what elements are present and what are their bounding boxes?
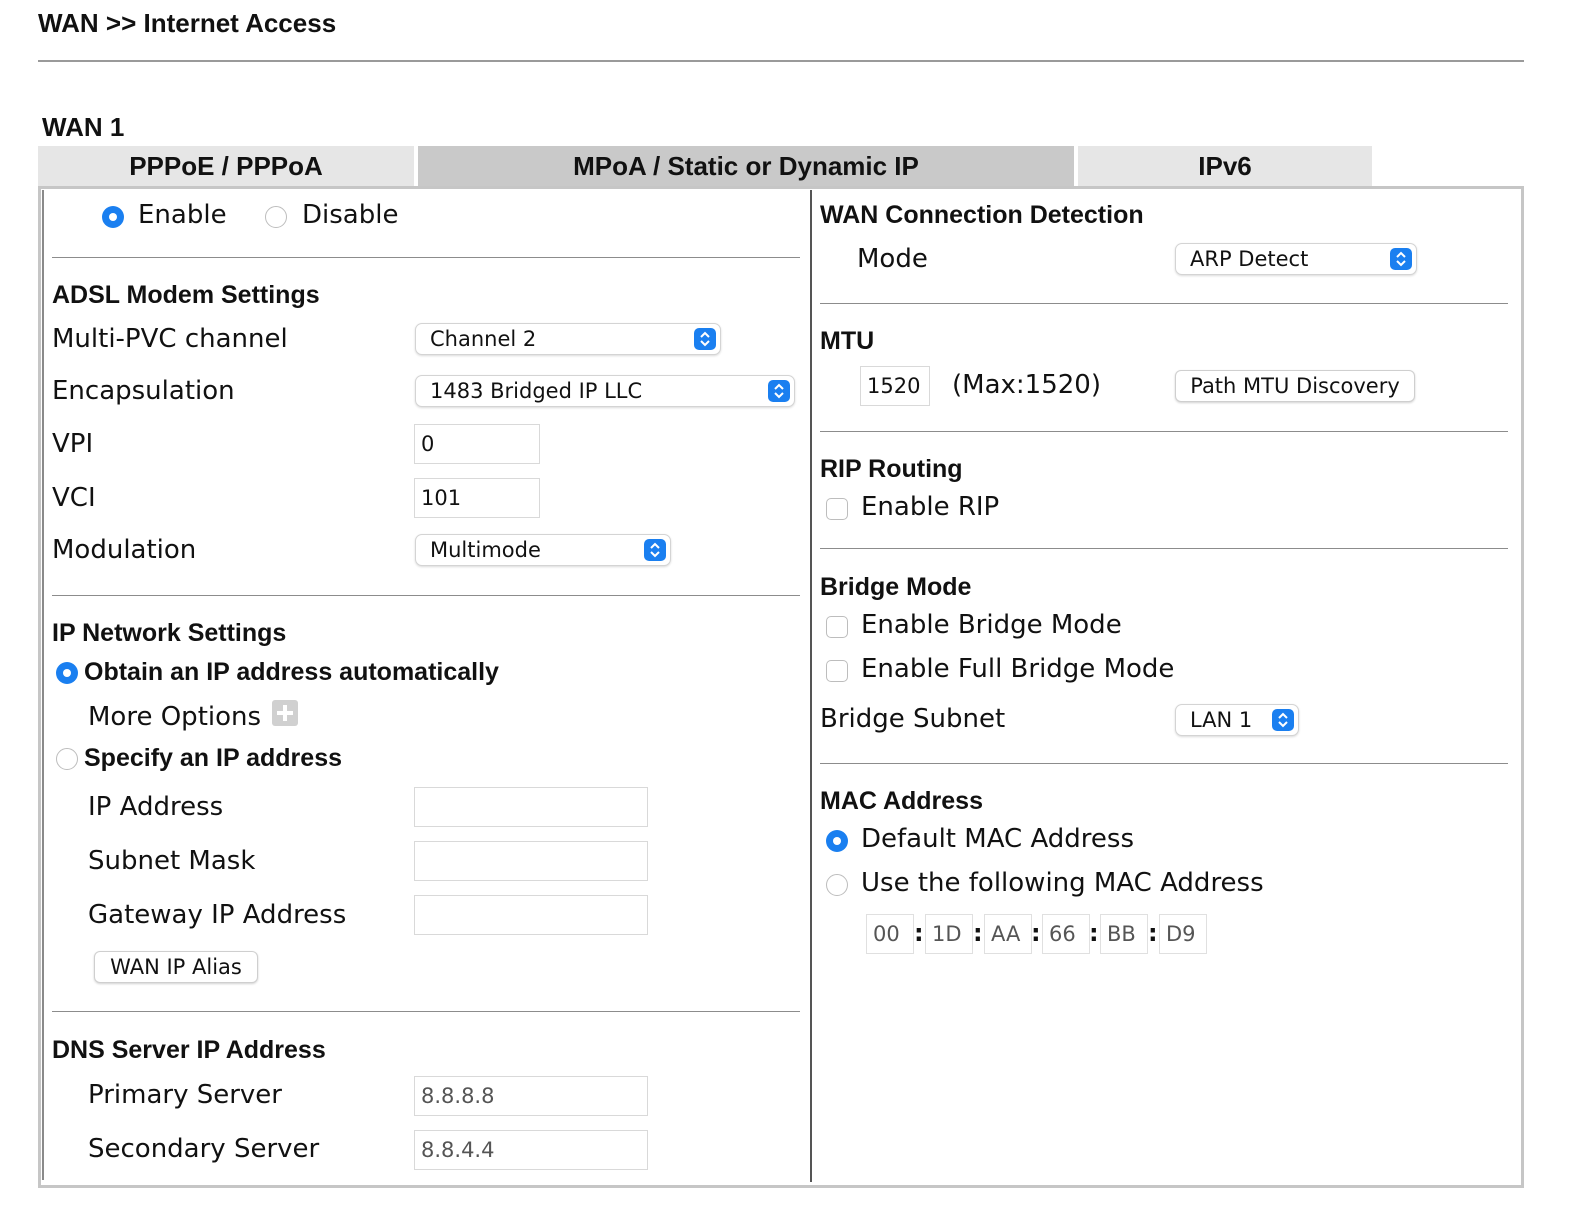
encapsulation-label: Encapsulation xyxy=(52,376,235,406)
multi-pvc-label: Multi-PVC channel xyxy=(52,324,288,354)
enable-bridge-checkbox[interactable] xyxy=(826,616,848,638)
disable-radio[interactable] xyxy=(265,206,287,228)
mtu-input[interactable]: 1520 xyxy=(860,366,930,406)
wan-ip-alias-button[interactable]: WAN IP Alias xyxy=(94,951,258,983)
mac-separator: : xyxy=(973,919,983,947)
specify-ip-label: Specify an IP address xyxy=(84,744,342,772)
bridge-subnet-label: Bridge Subnet xyxy=(820,704,1006,734)
divider xyxy=(820,431,1508,432)
bridge-section-title: Bridge Mode xyxy=(820,573,972,601)
mac-octet-5[interactable]: BB xyxy=(1100,914,1148,954)
gateway-input[interactable] xyxy=(414,895,648,935)
vci-label: VCI xyxy=(52,483,96,513)
column-divider xyxy=(810,190,812,1182)
enable-label: Enable xyxy=(138,200,227,230)
multi-pvc-value: Channel 2 xyxy=(430,327,537,351)
mac-octet-4[interactable]: 66 xyxy=(1042,914,1090,954)
path-mtu-discovery-button[interactable]: Path MTU Discovery xyxy=(1175,370,1415,402)
rip-section-title: RIP Routing xyxy=(820,455,963,483)
select-chevron-icon xyxy=(1390,248,1412,270)
enable-rip-checkbox[interactable] xyxy=(826,498,848,520)
divider xyxy=(52,257,800,258)
detection-mode-label: Mode xyxy=(857,244,928,274)
primary-server-input[interactable]: 8.8.8.8 xyxy=(414,1076,648,1116)
mac-separator: : xyxy=(1031,919,1041,947)
select-chevron-icon xyxy=(1272,709,1294,731)
modulation-select[interactable]: Multimode xyxy=(415,534,671,566)
divider xyxy=(52,1011,800,1012)
select-chevron-icon xyxy=(644,539,666,561)
detection-mode-select[interactable]: ARP Detect xyxy=(1175,243,1417,275)
multi-pvc-select[interactable]: Channel 2 xyxy=(415,323,721,355)
ip-address-input[interactable] xyxy=(414,787,648,827)
divider xyxy=(820,303,1508,304)
vpi-label: VPI xyxy=(52,429,94,459)
primary-server-label: Primary Server xyxy=(88,1080,282,1110)
default-mac-radio[interactable] xyxy=(826,830,848,852)
mac-section-title: MAC Address xyxy=(820,787,983,815)
adsl-section-title: ADSL Modem Settings xyxy=(52,281,320,309)
mac-octet-6[interactable]: D9 xyxy=(1159,914,1207,954)
specify-ip-radio[interactable] xyxy=(56,748,78,770)
obtain-auto-label: Obtain an IP address automatically xyxy=(84,658,499,686)
mtu-max-text: (Max:1520) xyxy=(952,370,1101,400)
dns-section-title: DNS Server IP Address xyxy=(52,1036,326,1064)
select-chevron-icon xyxy=(694,328,716,350)
divider xyxy=(820,548,1508,549)
mac-separator: : xyxy=(1148,919,1158,947)
enable-bridge-label: Enable Bridge Mode xyxy=(861,610,1122,640)
custom-mac-radio[interactable] xyxy=(826,874,848,896)
more-options-label: More Options xyxy=(88,702,262,732)
vpi-input[interactable]: 0 xyxy=(414,424,540,464)
mac-octet-3[interactable]: AA xyxy=(984,914,1032,954)
gateway-label: Gateway IP Address xyxy=(88,900,347,930)
custom-mac-label: Use the following MAC Address xyxy=(861,868,1264,898)
divider xyxy=(52,595,800,596)
secondary-server-input[interactable]: 8.8.4.4 xyxy=(414,1130,648,1170)
wan-label: WAN 1 xyxy=(42,112,125,142)
modulation-value: Multimode xyxy=(430,538,541,562)
subnet-mask-input[interactable] xyxy=(414,841,648,881)
secondary-server-label: Secondary Server xyxy=(88,1134,320,1164)
enable-full-bridge-label: Enable Full Bridge Mode xyxy=(861,654,1175,684)
tab-ipv6[interactable]: IPv6 xyxy=(1078,146,1372,186)
tab-pppoe-pppoa[interactable]: PPPoE / PPPoA xyxy=(38,146,414,186)
mac-separator: : xyxy=(914,919,924,947)
disable-label: Disable xyxy=(302,200,399,230)
encapsulation-select[interactable]: 1483 Bridged IP LLC xyxy=(415,375,795,407)
enable-full-bridge-checkbox[interactable] xyxy=(826,660,848,682)
detection-section-title: WAN Connection Detection xyxy=(820,201,1144,229)
default-mac-label: Default MAC Address xyxy=(861,824,1134,854)
header-divider xyxy=(38,60,1524,62)
detection-mode-value: ARP Detect xyxy=(1190,247,1309,271)
encapsulation-value: 1483 Bridged IP LLC xyxy=(430,379,643,403)
ip-network-section-title: IP Network Settings xyxy=(52,619,287,647)
modulation-label: Modulation xyxy=(52,535,197,565)
obtain-auto-radio[interactable] xyxy=(56,662,78,684)
ip-address-label: IP Address xyxy=(88,792,224,822)
page-title: WAN >> Internet Access xyxy=(38,8,337,38)
bridge-subnet-select[interactable]: LAN 1 xyxy=(1175,704,1299,736)
bridge-subnet-value: LAN 1 xyxy=(1190,708,1253,732)
vci-input[interactable]: 101 xyxy=(414,478,540,518)
mac-octet-1[interactable]: 00 xyxy=(866,914,914,954)
select-chevron-icon xyxy=(768,380,790,402)
mac-separator: : xyxy=(1089,919,1099,947)
mtu-section-title: MTU xyxy=(820,327,875,355)
tab-mpoa-static-dynamic[interactable]: MPoA / Static or Dynamic IP xyxy=(418,146,1074,186)
enable-radio[interactable] xyxy=(102,206,124,228)
enable-rip-label: Enable RIP xyxy=(861,492,1000,522)
divider xyxy=(820,763,1508,764)
mac-octet-2[interactable]: 1D xyxy=(925,914,973,954)
plus-icon[interactable] xyxy=(272,700,298,726)
subnet-mask-label: Subnet Mask xyxy=(88,846,256,876)
